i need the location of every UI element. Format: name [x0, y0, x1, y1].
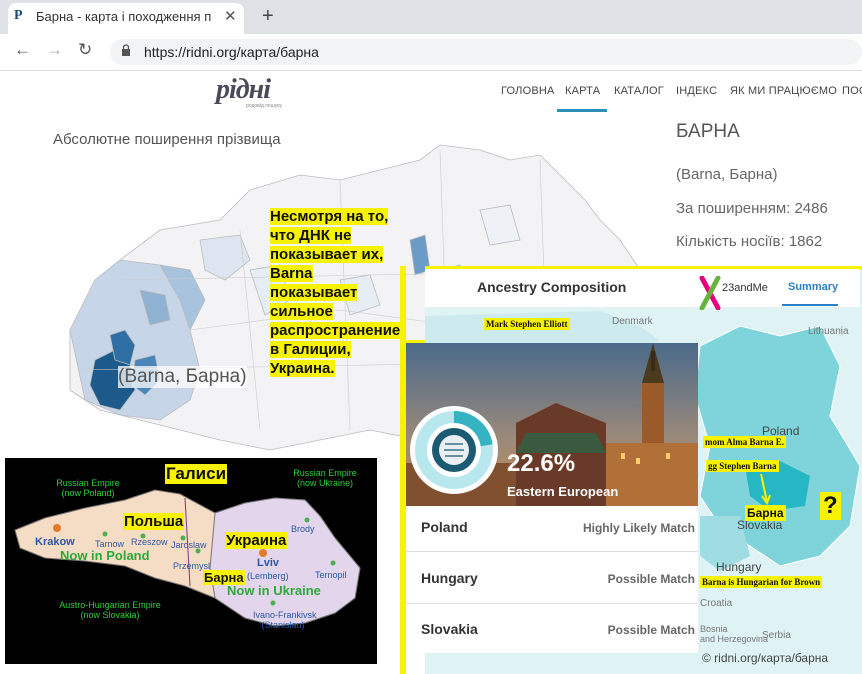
tab-close-icon[interactable]: ✕: [224, 7, 237, 25]
galicia-title: Галиси: [165, 464, 228, 484]
reload-icon[interactable]: ↻: [78, 40, 92, 60]
back-icon[interactable]: ←: [14, 40, 31, 60]
label-austro-hungarian: Austro-Hungarian Empire (now Slovakia): [59, 600, 161, 620]
nav-active-indicator: [557, 109, 607, 112]
city-przemysl: Przemysl: [173, 561, 211, 571]
favicon-icon: Р: [14, 8, 23, 23]
city-tarnow: Tarnow: [95, 539, 125, 549]
label-russian-empire-ukraine: Russian Empire (now Ukraine): [293, 468, 357, 488]
match-country: Slovakia: [421, 621, 478, 637]
note-mom: mom Alma Barna E.: [703, 436, 787, 448]
city-brody: Brody: [291, 524, 315, 534]
galicia-inset-map: Галиси Russian Empire (now Poland) Russi…: [5, 458, 377, 664]
label-now-poland: Now in Poland: [60, 548, 150, 563]
city-rzeszow: Rzeszow: [131, 537, 168, 547]
user-label: Mark Stephen Elliott: [484, 318, 570, 330]
map-label-croatia: Croatia: [700, 598, 733, 609]
label-poland: Польша: [123, 513, 185, 530]
site-logo-sub: родовід пошуку: [246, 103, 282, 109]
brand-name: 23andMe: [722, 282, 768, 294]
match-level: Possible Match: [607, 572, 695, 586]
label-russian-empire-poland: Russian Empire (now Poland): [56, 478, 120, 498]
ancestry-title: Ancestry Composition: [477, 279, 627, 295]
arrow-icon: [760, 473, 771, 506]
map-label-lithuania: Lithuania: [808, 326, 849, 337]
match-level: Possible Match: [607, 623, 695, 637]
lock-icon: [121, 44, 131, 59]
note-hungarian: Barna is Hungarian for Brown: [700, 576, 823, 588]
map-label-serbia: Serbia: [762, 630, 791, 641]
city-lemberg: (Lemberg): [247, 571, 289, 581]
city-jaroslaw: Jaroslaw: [171, 540, 207, 550]
carrier-count: Кількість носіїв: 1862: [676, 233, 823, 250]
annotation-note: Несмотря на то, что ДНК не показывает их…: [270, 208, 401, 377]
match-country: Poland: [421, 519, 468, 535]
label-ukraine: Украина: [225, 532, 288, 549]
nav-catalog[interactable]: КАТАЛОГ: [614, 85, 664, 97]
nav-home[interactable]: ГОЛОВНА: [501, 85, 555, 97]
surname-title: БАРНА: [676, 121, 740, 142]
site-logo[interactable]: рідні: [216, 74, 271, 106]
tab-title[interactable]: Барна - карта і походження прі: [36, 9, 211, 24]
map-label-hungary: Hungary: [716, 560, 762, 574]
nav-map[interactable]: КАРТА: [565, 85, 600, 97]
note-question: ?: [820, 492, 841, 520]
ancestry-donut-chart: [410, 406, 498, 494]
nav-how-we-work[interactable]: ЯК МИ ПРАЦЮЄМО: [730, 85, 837, 97]
surname-variants: (Barna, Барна): [676, 166, 778, 183]
copyright-note: © ridni.org/карта/барна: [702, 651, 829, 665]
map-label-denmark: Denmark: [612, 316, 653, 327]
match-country: Hungary: [421, 570, 478, 586]
city-krakow: Krakow: [35, 536, 75, 548]
ancestry-population: Eastern European: [507, 484, 619, 499]
city-ternopil: Ternopil: [315, 570, 347, 580]
map-surname-label: (Barna, Барна): [118, 366, 247, 388]
nav-index[interactable]: ІНДЕКС: [676, 85, 717, 97]
url-text[interactable]: https://ridni.org/карта/барна: [144, 44, 319, 60]
note-gg: gg Stephen Barna: [706, 460, 779, 472]
note-barna: Барна: [745, 505, 786, 521]
new-tab-button[interactable]: +: [262, 5, 274, 28]
row-divider: [406, 551, 698, 552]
label-now-ukraine: Now in Ukraine: [227, 583, 321, 598]
row-divider: [406, 603, 698, 604]
summary-tab[interactable]: Summary: [788, 281, 838, 293]
map-label-bosnia: Bosnia and Herzegovina: [700, 624, 769, 644]
summary-tab-indicator: [782, 304, 838, 306]
forward-icon[interactable]: →: [46, 40, 63, 60]
spread-rank: За поширенням: 2486: [676, 200, 828, 217]
nav-more[interactable]: ПОС: [842, 85, 862, 97]
city-lviv: Lviv: [257, 557, 280, 569]
match-level: Highly Likely Match: [582, 521, 695, 535]
ancestry-percent: 22.6%: [507, 450, 576, 477]
city-ivano-frankivsk: Ivano-Frankivsk (Stanislau): [253, 610, 317, 630]
